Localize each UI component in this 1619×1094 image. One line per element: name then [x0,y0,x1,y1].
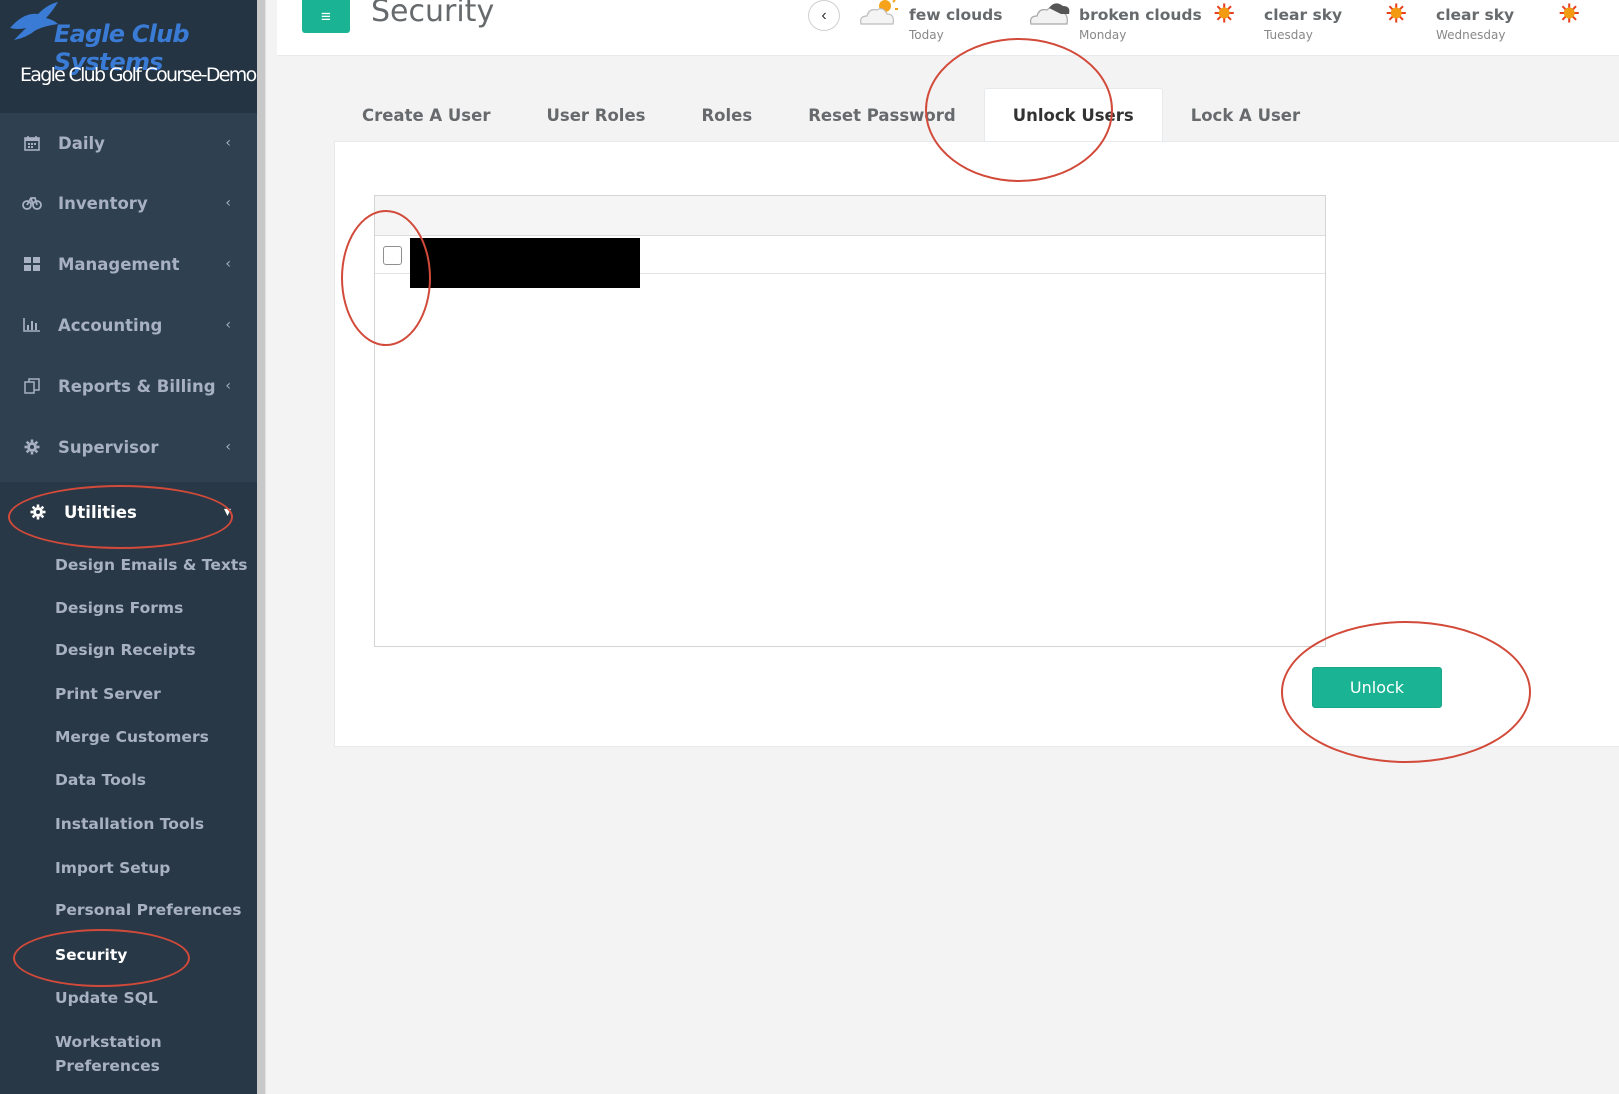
submenu-item-installation-tools[interactable]: Installation Tools [55,812,250,836]
tab-roles[interactable]: Roles [673,88,780,142]
sun-icon [1386,3,1406,23]
chevron-left-icon: ‹ [225,256,231,272]
submenu-item-data-tools[interactable]: Data Tools [55,768,250,792]
unlock-button[interactable]: Unlock [1312,667,1442,708]
weather-desc: few clouds [909,6,1003,24]
submenu-item-designs-forms[interactable]: Designs Forms [55,596,250,620]
tab-user-roles[interactable]: User Roles [518,88,673,142]
logo[interactable]: Eagle Club Systems [0,0,257,76]
chevron-left-icon: ‹ [225,195,231,211]
sidebar-item-label: Management [58,254,180,274]
submenu-item-workstation-preferences[interactable]: Workstation Preferences [55,1030,205,1078]
sidebar-item-label: Reports & Billing [58,376,216,396]
redacted-username [410,238,640,288]
submenu-item-merge-customers[interactable]: Merge Customers [55,725,250,749]
weather-thursday [1559,0,1609,50]
gear-icon [22,438,42,456]
sidebar-item-daily[interactable]: Daily ‹ [0,113,257,173]
sidebar-item-utilities[interactable]: Utilities ▾ [0,482,257,542]
sidebar: Eagle Club Systems Eagle Club Golf Cours… [0,0,257,1094]
weather-wednesday: clear sky Wednesday [1386,0,1556,50]
weather-desc: broken clouds [1079,6,1202,24]
chevron-left-icon: ‹ [225,317,231,333]
submenu-item-personal-preferences[interactable]: Personal Preferences [55,898,250,922]
weather-day: Monday [1079,28,1127,42]
tab-unlock-users[interactable]: Unlock Users [983,88,1163,142]
sun-icon [1559,3,1579,23]
sidebar-item-accounting[interactable]: Accounting ‹ [0,295,257,355]
sun-icon [1214,3,1234,23]
sidebar-item-label: Utilities [64,502,137,522]
bar-chart-icon [22,316,42,334]
sidebar-divider [257,0,265,1094]
submenu-item-print-server[interactable]: Print Server [55,682,250,706]
calendar-icon [22,134,42,152]
cloud-icon [1030,3,1070,25]
table-row[interactable] [375,236,1325,288]
grid-icon [22,255,42,273]
submenu-item-import-setup[interactable]: Import Setup [55,856,250,880]
sidebar-item-label: Accounting [58,315,163,335]
weather-monday: broken clouds Monday [1027,0,1207,50]
weather-desc: clear sky [1264,6,1343,24]
sidebar-item-label: Inventory [58,193,148,213]
sidebar-item-label: Daily [58,133,105,153]
eagle-icon [10,2,58,40]
weather-prev-button[interactable]: ‹ [808,0,840,31]
chevron-left-icon: ‹ [225,439,231,455]
club-name: Eagle Club Golf Course-Demo [20,64,257,86]
weather-day: Wednesday [1436,28,1506,42]
weather-today: few clouds Today [857,0,1007,50]
chevron-left-icon: ‹ [225,378,231,394]
row-checkbox[interactable] [383,246,402,265]
locked-users-grid [374,195,1326,647]
sidebar-item-reports-billing[interactable]: Reports & Billing ‹ [0,356,257,416]
page-title: Security [371,0,495,29]
brand: Eagle Club Systems Eagle Club Golf Cours… [0,0,257,113]
sidebar-gutter [265,0,277,1094]
top-navbar: ≡ Security ‹ few clouds Today broken clo… [277,0,1619,56]
sidebar-item-inventory[interactable]: Inventory ‹ [0,173,257,233]
grid-header [375,196,1325,236]
submenu-item-design-receipts[interactable]: Design Receipts [55,638,250,662]
tab-reset-password[interactable]: Reset Password [780,88,984,142]
hamburger-icon: ≡ [321,6,331,26]
copy-icon [22,377,42,395]
partly-cloudy-icon [860,0,898,25]
weather-tuesday: clear sky Tuesday [1214,0,1374,50]
security-tabs: Create A User User Roles Roles Reset Pas… [334,88,1328,142]
chevron-down-icon: ▾ [223,504,231,520]
unlock-users-panel [334,141,1619,747]
gear-icon [28,503,48,521]
submenu-item-design-emails[interactable]: Design Emails & Texts [55,553,250,577]
weather-day: Tuesday [1264,28,1313,42]
menu-toggle-button[interactable]: ≡ [302,0,350,33]
bicycle-icon [22,194,42,212]
sidebar-item-management[interactable]: Management ‹ [0,234,257,294]
tab-lock-a-user[interactable]: Lock A User [1163,88,1328,142]
chevron-left-icon: ‹ [225,135,231,151]
sidebar-item-supervisor[interactable]: Supervisor ‹ [0,417,257,477]
weather-desc: clear sky [1436,6,1515,24]
weather-day: Today [909,28,944,42]
submenu-item-security[interactable]: Security [55,943,250,967]
tab-create-a-user[interactable]: Create A User [334,88,518,142]
sidebar-item-label: Supervisor [58,437,159,457]
chevron-left-icon: ‹ [821,6,827,24]
submenu-item-update-sql[interactable]: Update SQL [55,986,250,1010]
